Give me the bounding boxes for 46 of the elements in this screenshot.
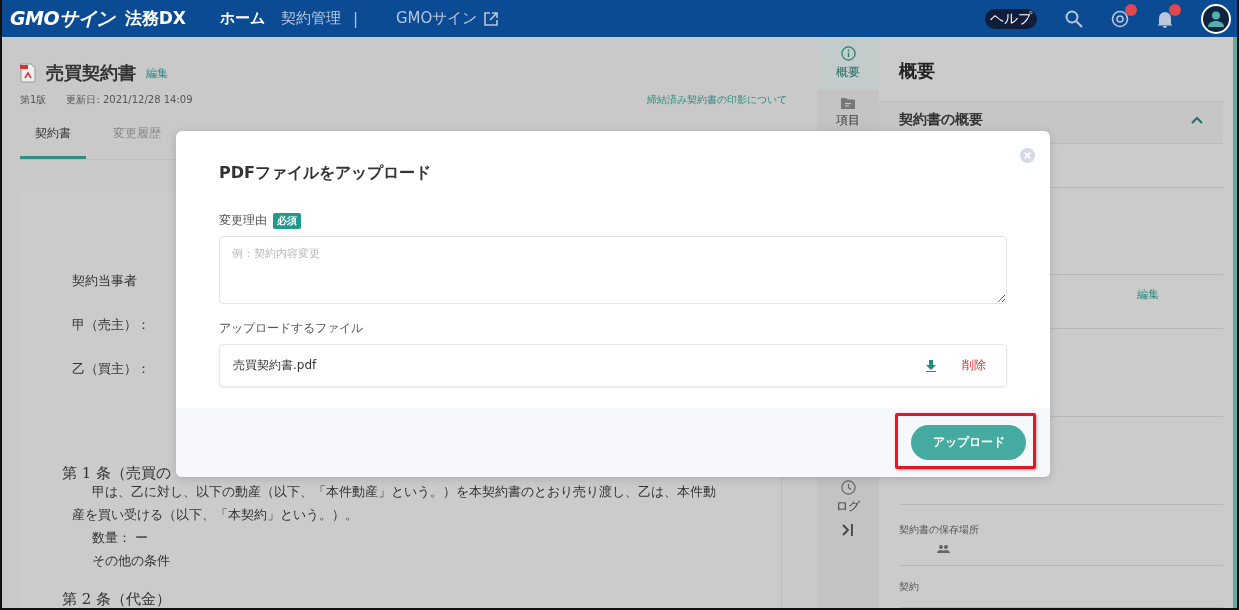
nav-link[interactable]: ホーム: [219, 9, 265, 28]
bell-icon[interactable]: [1157, 9, 1173, 28]
external-link[interactable]: GMOサイン: [395, 9, 500, 28]
avatar[interactable]: [1201, 3, 1231, 34]
document-text: 契約当事者: [72, 272, 137, 290]
field-label: 契約: [899, 579, 920, 594]
logo[interactable]: GMOサイン: [10, 5, 115, 32]
info-icon: [840, 46, 856, 61]
required-tag: 必須: [273, 212, 301, 229]
article-heading: 第 2 条（代金）: [62, 590, 172, 608]
mention-icon[interactable]: [1111, 9, 1129, 28]
delete-link[interactable]: 削除: [962, 357, 986, 374]
nav-separator: |: [352, 9, 358, 28]
search-icon[interactable]: [1065, 9, 1083, 28]
download-icon[interactable]: [926, 359, 936, 372]
rail-tab[interactable]: 概要: [817, 37, 879, 90]
document-text: その他の条件: [92, 552, 170, 570]
document-text: 産を買い受ける（以下、「本契約」という。）。: [72, 506, 358, 524]
help-button[interactable]: ヘルプ: [985, 8, 1037, 29]
clock-icon: [840, 479, 856, 495]
file-name: 売買契約書.pdf: [233, 357, 318, 374]
pdf-file-icon: [20, 63, 36, 83]
field-label: アップロードするファイル: [219, 320, 363, 337]
rail-tab[interactable]: 項目: [817, 90, 879, 136]
document-title: 売買契約書: [46, 61, 136, 85]
people-icon: [937, 544, 950, 553]
folder-icon: [841, 97, 855, 109]
article-heading: 第 1 条（売買の: [62, 464, 172, 483]
field-label: 変更理由: [219, 212, 267, 229]
section-title: 契約書の概要: [899, 111, 983, 129]
tab[interactable]: 契約書: [20, 121, 86, 159]
dialog-title: PDFファイルをアップロード: [219, 163, 432, 184]
external-link-icon: [483, 10, 500, 27]
document-text: 甲は、乙に対し、以下の動産（以下、「本件動産」という。）を本契約書のとおり売り渡し、乙は、本件動: [92, 483, 716, 501]
document-text: 乙（買主）：: [72, 360, 150, 378]
product-name: 法務DX: [124, 7, 186, 30]
field-label: 契約書の保存場所: [899, 522, 980, 537]
document-text: 甲（売主）：: [72, 316, 150, 334]
reason-field[interactable]: 例：契約内容変更: [219, 236, 1007, 304]
rail-tab[interactable]: ログ: [817, 474, 879, 520]
version-label: 第1版: [20, 93, 47, 107]
document-text: 数量： ー: [92, 529, 149, 547]
updated-date: 更新日: 2021/12/28 14:09: [66, 93, 193, 107]
collapse-panel-icon[interactable]: [841, 524, 855, 536]
nav-link[interactable]: 契約管理: [280, 9, 341, 28]
chevron-icon[interactable]: [1191, 116, 1203, 124]
